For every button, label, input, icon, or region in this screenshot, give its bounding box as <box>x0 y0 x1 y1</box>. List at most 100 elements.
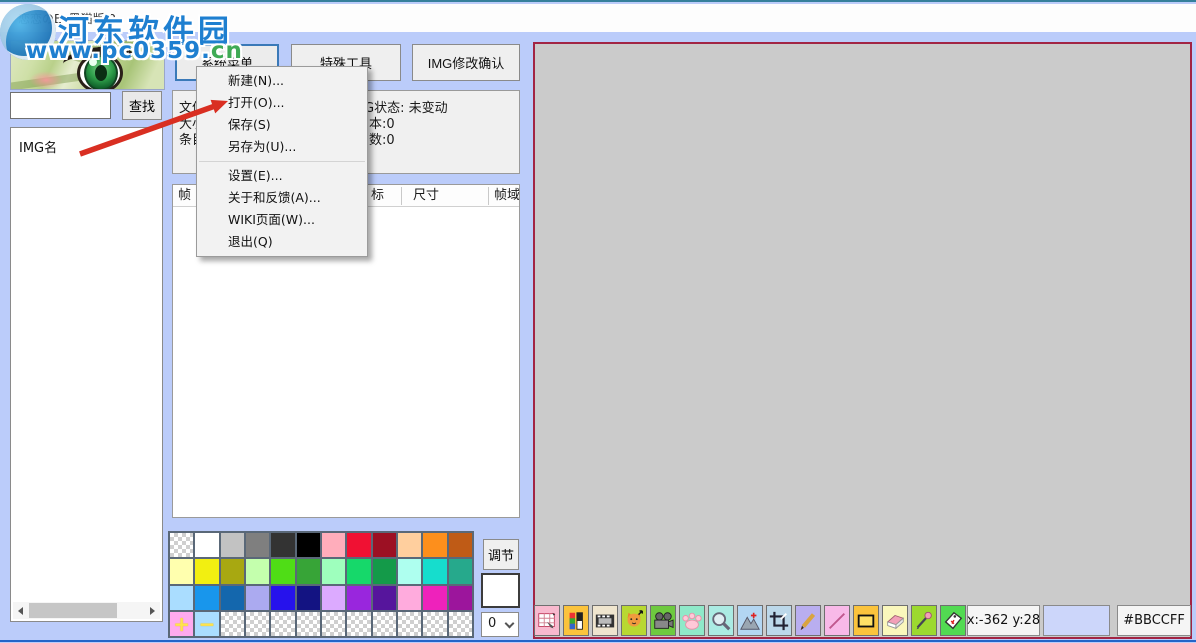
banner-image <box>10 40 165 90</box>
menu-item-7[interactable]: 退出(Q) <box>197 231 367 253</box>
palette-cell[interactable] <box>246 559 269 583</box>
scroll-right-arrow[interactable] <box>145 602 160 619</box>
palette-cell[interactable] <box>373 559 396 583</box>
palette-cell[interactable] <box>423 586 446 610</box>
system-menu-dropdown: 新建(N)...打开(O)...保存(S)另存为(U)... 设置(E)...关于… <box>196 66 368 257</box>
toolbar-line-button[interactable] <box>824 605 850 636</box>
horizontal-scrollbar[interactable] <box>13 602 160 619</box>
palette-cell[interactable] <box>195 586 218 610</box>
toolbar-eraser-button[interactable] <box>882 605 908 636</box>
cat-icon <box>623 609 645 633</box>
palette-cell[interactable] <box>398 533 421 557</box>
palette-add-button[interactable]: + <box>170 612 193 636</box>
menu-item-2[interactable]: 保存(S) <box>197 114 367 136</box>
palette-cell[interactable] <box>423 533 446 557</box>
menu-item-0[interactable]: 新建(N)... <box>197 70 367 92</box>
toolbar-palette-button[interactable] <box>563 605 589 636</box>
toolbar-filmstrip-button[interactable] <box>592 605 618 636</box>
palette-cell[interactable] <box>246 533 269 557</box>
toolbar-paw-button[interactable] <box>679 605 705 636</box>
eyedropper-icon <box>913 609 935 633</box>
palette-cell[interactable] <box>297 586 320 610</box>
palette-cell[interactable] <box>271 586 294 610</box>
palette-cell[interactable] <box>423 559 446 583</box>
palette-cell[interactable] <box>221 586 244 610</box>
palette-cell[interactable] <box>449 586 472 610</box>
menu-item-4[interactable]: 设置(E)... <box>197 165 367 187</box>
scrollbar-thumb[interactable] <box>29 603 117 618</box>
palette-cell[interactable] <box>398 586 421 610</box>
eraser-icon <box>884 609 906 633</box>
toolbar-tag-button[interactable] <box>940 605 966 636</box>
palette-cell[interactable] <box>347 533 370 557</box>
palette-cell[interactable] <box>347 586 370 610</box>
toolbar-transform-button[interactable] <box>737 605 763 636</box>
palette-cell[interactable] <box>449 533 472 557</box>
palette-cell[interactable] <box>297 533 320 557</box>
img-name-list[interactable]: IMG名 <box>10 127 163 622</box>
search-input[interactable] <box>10 92 111 119</box>
palette-cell[interactable] <box>322 559 345 583</box>
palette-cell[interactable] <box>322 586 345 610</box>
palette-cell[interactable] <box>170 586 193 610</box>
toolbar-rectangle-button[interactable] <box>853 605 879 636</box>
palette-cell[interactable] <box>347 559 370 583</box>
palette-cell-transparent[interactable] <box>297 612 320 636</box>
right-arrow-icon <box>150 607 155 615</box>
palette-cell[interactable] <box>170 559 193 583</box>
title-bar: 恋恋のEx黑猫版 2 <box>0 4 1196 32</box>
palette-cell-transparent[interactable] <box>423 612 446 636</box>
left-arrow-icon <box>18 607 23 615</box>
palette-cell[interactable] <box>195 533 218 557</box>
palette-remove-button[interactable]: − <box>195 612 218 636</box>
palette-cell-transparent[interactable] <box>246 612 269 636</box>
blush <box>29 71 63 89</box>
palette-cell[interactable] <box>246 586 269 610</box>
toolbar-pencil-button[interactable] <box>795 605 821 636</box>
palette-cell-transparent[interactable] <box>322 612 345 636</box>
hex-color-readout: #BBCCFF <box>1117 605 1191 636</box>
toolbar-crop-button[interactable] <box>766 605 792 636</box>
col-frame-area: 帧域, <box>494 185 520 207</box>
palette-cell-transparent[interactable] <box>449 612 472 636</box>
palette-cell-transparent[interactable] <box>398 612 421 636</box>
palette-cell[interactable] <box>297 559 320 583</box>
palette-cell[interactable] <box>271 559 294 583</box>
image-canvas[interactable] <box>533 42 1192 639</box>
zoom-select[interactable]: 0 <box>481 612 519 637</box>
palette-cell[interactable] <box>322 533 345 557</box>
movie-camera-icon <box>652 609 674 633</box>
img-confirm-button[interactable]: IMG修改确认 <box>412 44 520 81</box>
palette-cell[interactable] <box>449 559 472 583</box>
crop-icon <box>768 609 790 633</box>
toolbar-magnifier-button[interactable] <box>708 605 734 636</box>
palette-cell-transparent[interactable] <box>170 533 193 557</box>
column-separator <box>488 187 489 205</box>
palette-cell-transparent[interactable] <box>373 612 396 636</box>
palette-cell[interactable] <box>271 533 294 557</box>
palette-cell[interactable] <box>221 533 244 557</box>
palette-cell[interactable] <box>398 559 421 583</box>
col-frame: 帧 <box>178 185 191 207</box>
toolbar-movie-camera-button[interactable] <box>650 605 676 636</box>
col-coord: 标 <box>371 185 384 207</box>
palette-cell[interactable] <box>373 533 396 557</box>
palette-cell[interactable] <box>373 586 396 610</box>
menu-item-5[interactable]: 关于和反馈(A)... <box>197 187 367 209</box>
adjust-button[interactable]: 调节 <box>483 539 519 570</box>
filmstrip-icon <box>594 609 616 633</box>
menu-item-3[interactable]: 另存为(U)... <box>197 136 367 158</box>
palette-cell[interactable] <box>195 559 218 583</box>
toolbar-cat-button[interactable] <box>621 605 647 636</box>
scroll-left-arrow[interactable] <box>13 602 28 619</box>
palette-cell-transparent[interactable] <box>271 612 294 636</box>
palette-cell-transparent[interactable] <box>221 612 244 636</box>
frame-edit-icon <box>536 609 558 633</box>
palette-cell[interactable] <box>221 559 244 583</box>
toolbar-eyedropper-button[interactable] <box>911 605 937 636</box>
find-button[interactable]: 查找 <box>122 91 162 120</box>
menu-item-6[interactable]: WIKI页面(W)... <box>197 209 367 231</box>
toolbar-frame-edit-button[interactable] <box>534 605 560 636</box>
menu-item-1[interactable]: 打开(O)... <box>197 92 367 114</box>
palette-cell-transparent[interactable] <box>347 612 370 636</box>
